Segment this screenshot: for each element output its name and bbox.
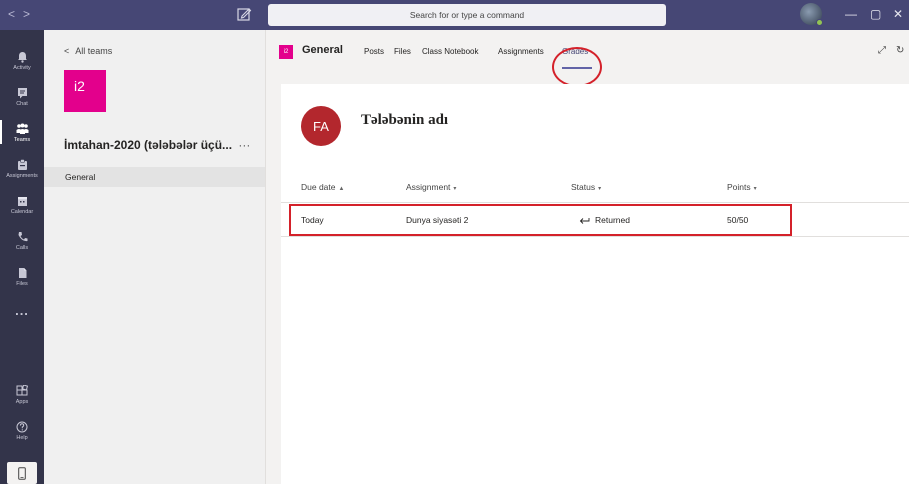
presence-icon — [816, 19, 823, 26]
mobile-icon — [18, 466, 26, 480]
channel-item-general[interactable]: General — [44, 167, 265, 187]
column-header-status[interactable]: Status ▾ — [571, 182, 601, 192]
channel-title: General — [302, 44, 343, 56]
grades-panel: FA Tələbənin adı Due date ▲ Assignment ▾ S… — [281, 84, 909, 484]
app-label: Assignments — [6, 172, 38, 179]
app-label: Calls — [15, 244, 29, 251]
search-placeholder: Search for or type a command — [409, 10, 525, 20]
column-header-label: Assignment — [406, 182, 451, 192]
chevron-down-icon: ▾ — [753, 186, 757, 192]
app-label: Calendar — [10, 208, 34, 215]
app-activity[interactable]: Activity — [0, 42, 44, 78]
tab-posts[interactable]: Posts — [364, 47, 384, 56]
app-calls[interactable]: Calls — [0, 222, 44, 258]
app-teams[interactable]: Teams — [0, 114, 44, 150]
header-divider — [281, 202, 909, 203]
sort-asc-icon: ▲ — [338, 186, 345, 192]
chevron-down-icon: ▾ — [598, 186, 602, 192]
team-name: İmtahan-2020 (tələbələr üçü... ··· — [64, 138, 250, 152]
app-chat[interactable]: Chat — [0, 78, 44, 114]
app-more[interactable]: ... — [0, 292, 44, 328]
calendar-icon — [17, 194, 28, 208]
student-avatar: FA — [301, 106, 341, 146]
column-header-label: Status — [571, 182, 596, 192]
annotation-circle — [552, 47, 602, 87]
app-label: Apps — [15, 398, 29, 405]
student-name: Tələbənin adı — [361, 112, 449, 128]
app-files[interactable]: Files — [0, 258, 44, 294]
team-more-options-button[interactable]: ··· — [238, 138, 250, 152]
app-label: Activity — [13, 64, 31, 71]
expand-icon[interactable]: ⤢ — [878, 45, 886, 56]
refresh-icon[interactable]: ↻ — [896, 45, 904, 56]
tab-class-notebook[interactable]: Class Notebook — [422, 47, 478, 56]
app-bar: Activity Chat Teams Assignments Calendar… — [0, 30, 44, 484]
assignments-icon — [17, 158, 28, 172]
back-arrow-button[interactable]: < — [8, 7, 23, 21]
search-input[interactable]: Search for or type a command — [268, 4, 666, 26]
channel-header: i2 General Posts Files Class Notebook As… — [266, 30, 909, 87]
column-header-label: Due date — [301, 182, 336, 192]
bell-icon — [17, 50, 28, 64]
chevron-left-icon: < — [64, 46, 70, 56]
app-assignments[interactable]: Assignments — [0, 150, 44, 186]
team-avatar: i2 — [64, 70, 106, 112]
tab-assignments[interactable]: Assignments — [498, 47, 544, 56]
forward-arrow-button[interactable]: > — [23, 7, 38, 21]
files-icon — [17, 266, 28, 280]
device-button[interactable] — [7, 462, 37, 484]
all-teams-link[interactable]: < All teams — [64, 46, 112, 56]
tab-files[interactable]: Files — [394, 47, 411, 56]
column-header-due-date[interactable]: Due date ▲ — [301, 182, 344, 192]
channel-initials: i2 — [283, 49, 289, 55]
app-label: Teams — [13, 136, 31, 143]
close-button[interactable]: ✕ — [893, 7, 903, 21]
profile-avatar[interactable] — [800, 3, 823, 26]
app-help[interactable]: Help — [0, 412, 44, 448]
team-panel: < All teams i2 İmtahan-2020 (tələbələr üç… — [44, 30, 266, 484]
app-label: Files — [16, 280, 28, 287]
app-label: Chat — [16, 100, 28, 107]
app-apps[interactable]: Apps — [0, 376, 44, 412]
chat-icon — [17, 86, 28, 100]
column-header-assignment[interactable]: Assignment ▾ — [406, 182, 456, 192]
compose-icon[interactable] — [236, 6, 252, 22]
phone-icon — [17, 230, 28, 244]
teams-icon — [16, 122, 29, 136]
team-name-text: İmtahan-2020 (tələbələr üçü... — [64, 138, 233, 152]
channel-avatar: i2 — [279, 45, 293, 59]
all-teams-label: All teams — [75, 46, 113, 56]
title-bar: <> Search for or type a command — ▢ ✕ — [0, 0, 909, 30]
more-icon: ... — [15, 302, 29, 318]
app-label: Help — [16, 434, 28, 441]
app-calendar[interactable]: Calendar — [0, 186, 44, 222]
row-divider — [281, 236, 909, 237]
chevron-down-icon: ▾ — [453, 186, 457, 192]
channel-label: General — [65, 172, 96, 182]
column-header-points[interactable]: Points ▾ — [727, 182, 757, 192]
help-icon — [16, 420, 28, 434]
maximize-button[interactable]: ▢ — [870, 7, 881, 21]
annotation-box — [289, 204, 792, 236]
minimize-button[interactable]: — — [845, 7, 857, 21]
team-initials: i2 — [74, 78, 85, 94]
column-header-label: Points — [727, 182, 751, 192]
nav-arrows: <> — [8, 7, 38, 21]
apps-icon — [16, 384, 28, 398]
student-initials: FA — [313, 118, 329, 134]
